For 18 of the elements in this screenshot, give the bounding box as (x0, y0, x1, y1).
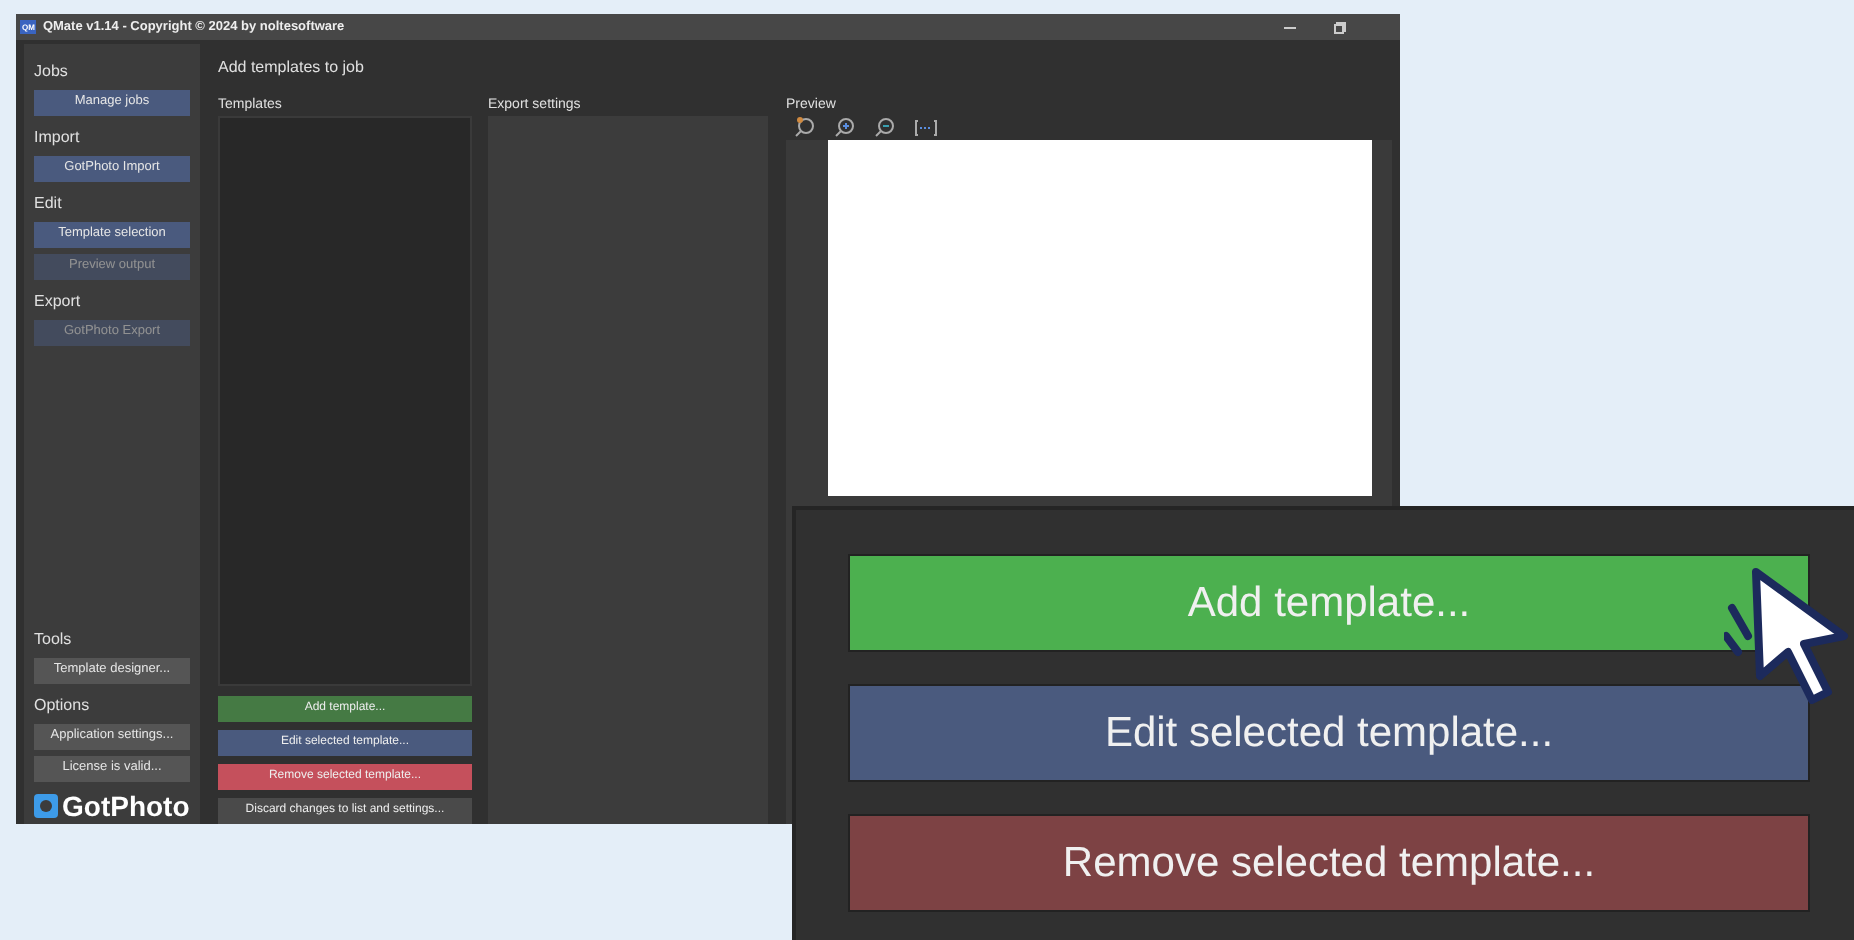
restore-icon[interactable] (1334, 21, 1346, 33)
zoom-out-icon[interactable] (874, 116, 896, 138)
section-heading: Export (34, 290, 83, 314)
zoom-in-icon[interactable] (834, 116, 856, 138)
minimize-icon[interactable] (1284, 21, 1296, 33)
section-heading: Edit (34, 192, 64, 216)
zoom-reset-icon[interactable] (794, 116, 816, 138)
large-template-button[interactable]: Edit selected template... (848, 684, 1810, 782)
page-title: Add templates to job (218, 56, 366, 80)
section-heading: Jobs (34, 60, 70, 84)
section-heading: Import (34, 126, 82, 150)
large-template-button[interactable]: Remove selected template... (848, 814, 1810, 912)
logo-icon (34, 794, 58, 818)
section-heading: Tools (34, 628, 74, 652)
logo-text: GotPhoto (62, 792, 190, 820)
cursor-icon (1724, 564, 1854, 704)
section-heading: Options (34, 694, 92, 718)
fit-width-icon[interactable] (914, 119, 938, 135)
